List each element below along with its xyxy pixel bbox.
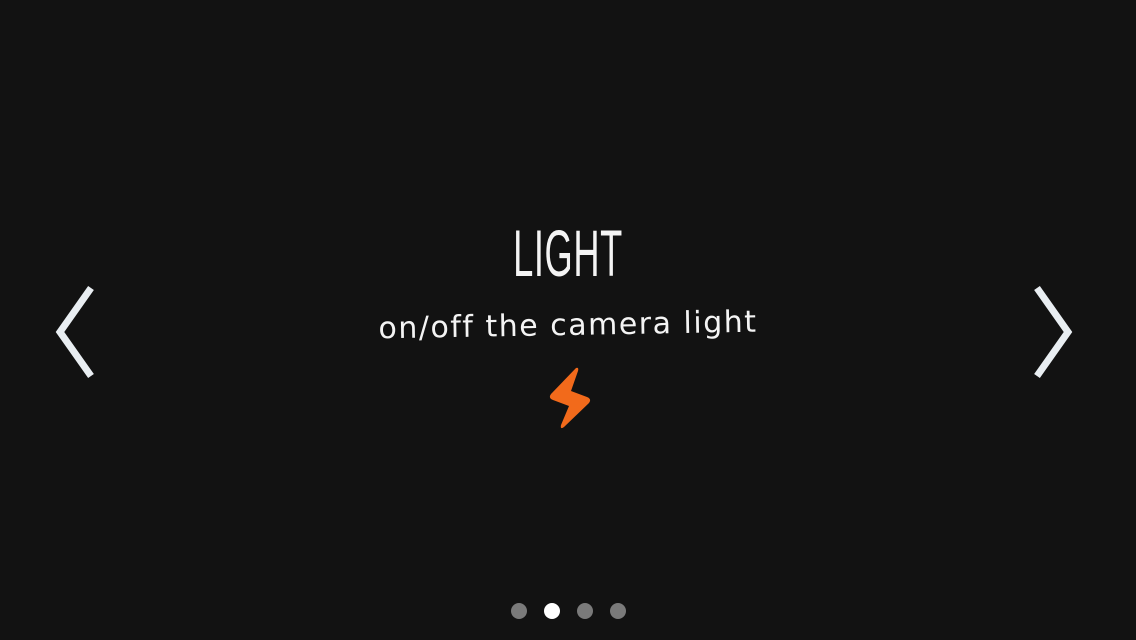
lightning-bolt-icon — [549, 367, 591, 429]
page-dot-1[interactable] — [510, 603, 527, 619]
page-indicator — [0, 603, 1136, 619]
onboarding-screen: LIGHT on/off the camera light — [0, 0, 1136, 640]
page-subtitle: on/off the camera light — [378, 304, 758, 347]
page-dot-2[interactable] — [543, 603, 560, 619]
page-dot-4[interactable] — [609, 603, 626, 619]
page-title: LIGHT — [513, 216, 623, 290]
page-dot-3[interactable] — [576, 603, 593, 619]
